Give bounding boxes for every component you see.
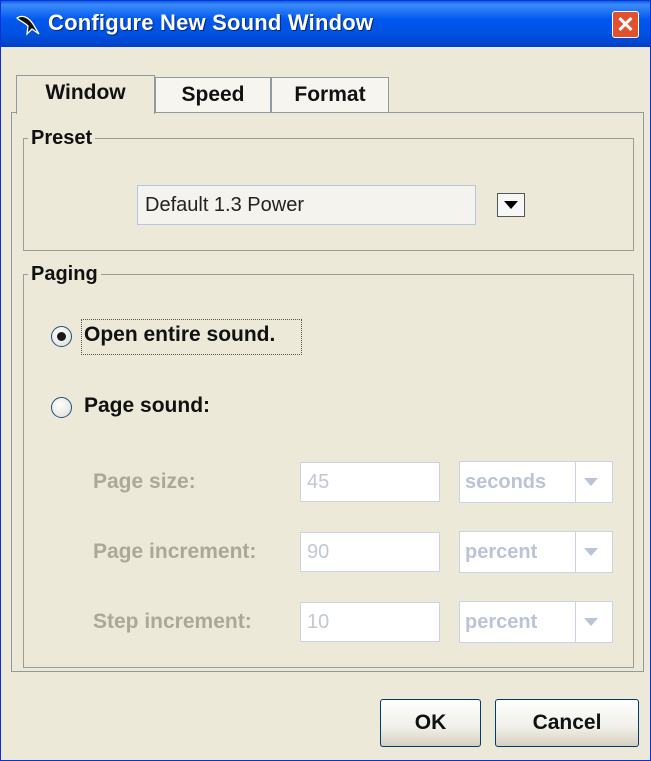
paging-legend: Paging bbox=[31, 263, 98, 285]
chevron-down-icon bbox=[584, 618, 598, 626]
cancel-button[interactable]: Cancel bbox=[495, 699, 639, 747]
preset-legend: Preset bbox=[31, 127, 93, 149]
tab-window[interactable]: Window bbox=[16, 75, 155, 114]
chevron-down-icon bbox=[584, 548, 598, 556]
page-sound-radio[interactable] bbox=[51, 397, 72, 418]
step-increment-input[interactable]: 10 bbox=[300, 602, 440, 642]
tab-speed[interactable]: Speed bbox=[155, 77, 271, 112]
page-increment-unit-select[interactable]: percent bbox=[459, 531, 613, 573]
page-size-input[interactable]: 45 bbox=[300, 462, 440, 502]
tab-format[interactable]: Format bbox=[271, 77, 389, 112]
open-entire-radio[interactable] bbox=[51, 326, 72, 347]
window-title: Configure New Sound Window bbox=[48, 10, 374, 35]
page-sound-label[interactable]: Page sound: bbox=[84, 394, 210, 418]
page-increment-input[interactable]: 90 bbox=[300, 532, 440, 572]
page-increment-label: Page increment: bbox=[93, 540, 257, 563]
chevron-down-icon bbox=[584, 478, 598, 486]
step-increment-unit-select[interactable]: percent bbox=[459, 601, 613, 643]
preset-dropdown-button[interactable] bbox=[497, 193, 525, 217]
ok-button[interactable]: OK bbox=[380, 699, 481, 747]
page-size-label: Page size: bbox=[93, 470, 196, 493]
page-size-unit-select[interactable]: seconds bbox=[459, 461, 613, 503]
dialog-window: Configure New Sound Window ✕ Window Spee… bbox=[0, 0, 651, 761]
close-button[interactable]: ✕ bbox=[612, 11, 639, 38]
preset-combo-value[interactable]: Default 1.3 Power bbox=[137, 185, 476, 225]
wing-icon bbox=[15, 15, 40, 36]
page-increment-unit-value: percent bbox=[460, 532, 576, 572]
step-increment-label: Step increment: bbox=[93, 610, 252, 633]
title-bar[interactable]: Configure New Sound Window ✕ bbox=[1, 1, 650, 47]
step-increment-unit-value: percent bbox=[460, 602, 576, 642]
page-size-unit-value: seconds bbox=[460, 462, 576, 502]
open-entire-label[interactable]: Open entire sound. bbox=[84, 323, 275, 347]
